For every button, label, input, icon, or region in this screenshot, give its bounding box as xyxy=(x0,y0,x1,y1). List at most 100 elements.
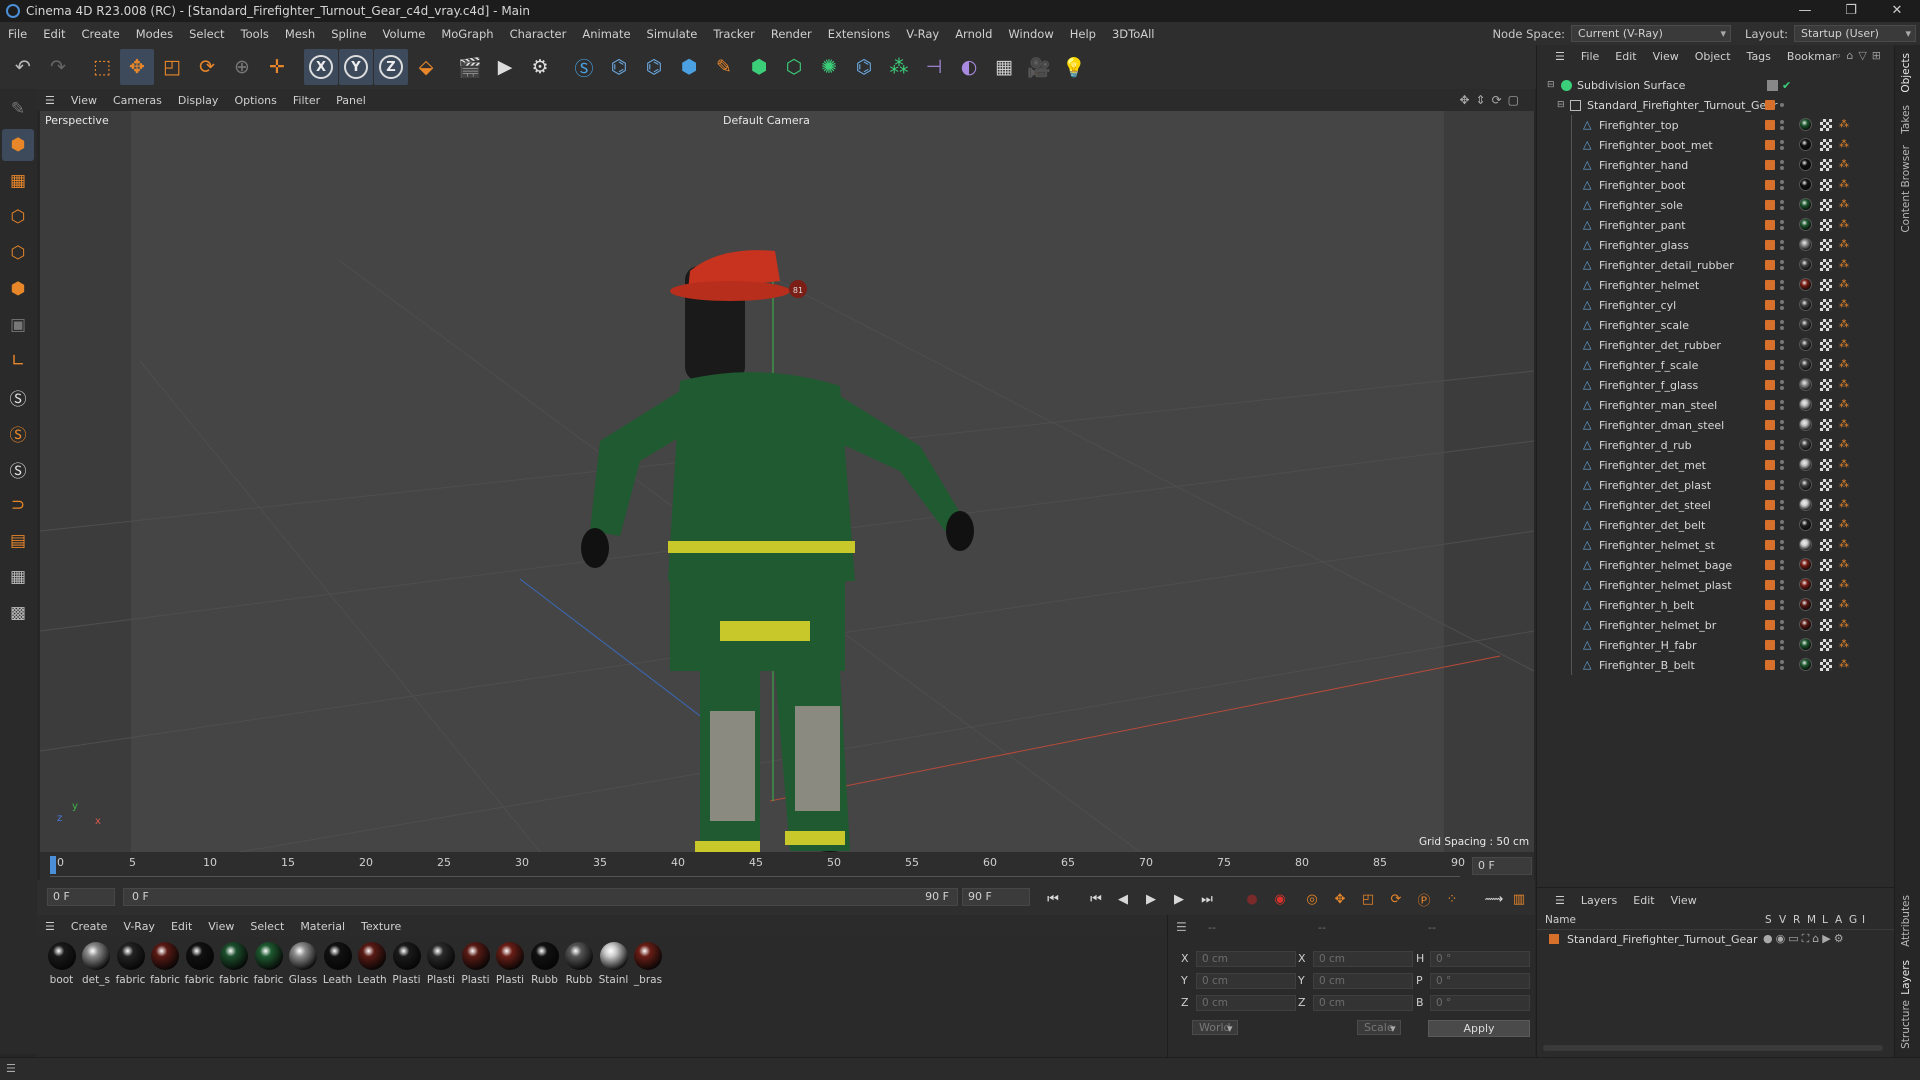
render-visibility-dot[interactable] xyxy=(1780,606,1784,610)
deformer-icon[interactable]: ⁂ xyxy=(882,49,916,85)
layer-color-swatch[interactable] xyxy=(1765,620,1775,630)
z-axis-icon[interactable]: Z xyxy=(374,49,408,85)
layer-color-swatch[interactable] xyxy=(1549,934,1559,944)
render-view-icon[interactable]: 🎬 xyxy=(453,49,487,85)
object-menu-edit[interactable]: Edit xyxy=(1607,50,1644,63)
object-row[interactable]: △ Firefighter_boot ⁂ xyxy=(1537,175,1894,195)
editor-visibility-dot[interactable] xyxy=(1780,140,1784,144)
object-row[interactable]: △ Firefighter_glass ⁂ xyxy=(1537,235,1894,255)
render-visibility-dot[interactable] xyxy=(1780,426,1784,430)
menu-mograph[interactable]: MoGraph xyxy=(433,27,501,41)
material-swatch[interactable]: Plasti xyxy=(494,942,527,986)
editor-visibility-dot[interactable] xyxy=(1780,120,1784,124)
material-tag-icon[interactable] xyxy=(1799,138,1812,151)
material-tag-icon[interactable] xyxy=(1799,578,1812,591)
object-row[interactable]: △ Firefighter_helmet_br ⁂ xyxy=(1537,615,1894,635)
layer-color-swatch[interactable] xyxy=(1765,260,1775,270)
snap-settings-icon[interactable]: Ⓢ xyxy=(2,417,34,449)
editor-visibility-dot[interactable] xyxy=(1780,200,1784,204)
material-swatch[interactable]: Stainl xyxy=(597,942,630,986)
layer-color-swatch[interactable] xyxy=(1765,580,1775,590)
perspective-viewport[interactable]: 81 Perspective Default Camera Grid Spaci… xyxy=(40,111,1534,852)
rotate-icon[interactable]: ⟳ xyxy=(190,49,224,85)
object-row[interactable]: △ Firefighter_man_steel ⁂ xyxy=(1537,395,1894,415)
phong-tag-icon[interactable]: ⁂ xyxy=(1839,540,1849,550)
tab-takes[interactable]: Takes xyxy=(1900,105,1912,134)
material-tag-icon[interactable] xyxy=(1799,318,1812,331)
undo-icon[interactable]: ↶ xyxy=(6,49,40,85)
render-visibility-dot[interactable] xyxy=(1780,666,1784,670)
object-hamburger-icon[interactable]: ☰ xyxy=(1547,50,1573,63)
play-icon[interactable]: ▶ xyxy=(1140,888,1162,910)
object-row[interactable]: △ Firefighter_det_steel ⁂ xyxy=(1537,495,1894,515)
object-row[interactable]: △ Firefighter_B_belt ⁂ xyxy=(1537,655,1894,675)
light-icon[interactable]: 💡 xyxy=(1057,49,1091,85)
locked-workplane-icon[interactable]: ▩ xyxy=(2,597,34,629)
uvw-tag-icon[interactable] xyxy=(1820,139,1832,151)
phong-tag-icon[interactable]: ⁂ xyxy=(1839,220,1849,230)
phong-tag-icon[interactable]: ⁂ xyxy=(1839,140,1849,150)
material-swatch[interactable]: Leath xyxy=(321,942,354,986)
render-visibility-dot[interactable] xyxy=(1780,486,1784,490)
points-mode-icon[interactable]: ⬡ xyxy=(2,201,34,233)
render-visibility-dot[interactable] xyxy=(1780,286,1784,290)
menu-mesh[interactable]: Mesh xyxy=(277,27,323,41)
object-row[interactable]: △ Firefighter_det_plast ⁂ xyxy=(1537,475,1894,495)
phong-tag-icon[interactable]: ⁂ xyxy=(1839,640,1849,650)
close-button[interactable]: ✕ xyxy=(1874,0,1920,22)
cube-icon[interactable]: ⬢ xyxy=(672,49,706,85)
phong-tag-icon[interactable]: ⁂ xyxy=(1839,400,1849,410)
object-row[interactable]: △ Firefighter_det_belt ⁂ xyxy=(1537,515,1894,535)
uvw-tag-icon[interactable] xyxy=(1820,579,1832,591)
material-swatch[interactable]: det_s xyxy=(80,942,113,986)
material-swatch[interactable]: Glass xyxy=(287,942,320,986)
uvw-tag-icon[interactable] xyxy=(1820,499,1832,511)
layer-color-swatch[interactable] xyxy=(1765,660,1775,670)
menu-spline[interactable]: Spline xyxy=(323,27,374,41)
render-visibility-dot[interactable] xyxy=(1780,326,1784,330)
timeline-ruler[interactable]: 0 5 10 15 20 25 30 35 40 45 50 55 60 65 … xyxy=(40,852,1534,880)
viewport-menu-filter[interactable]: Filter xyxy=(285,94,328,107)
render-visibility-dot[interactable] xyxy=(1780,226,1784,230)
material-tag-icon[interactable] xyxy=(1799,558,1812,571)
editor-visibility-dot[interactable] xyxy=(1780,300,1784,304)
render-visibility-dot[interactable] xyxy=(1780,366,1784,370)
menu-select[interactable]: Select xyxy=(181,27,232,41)
editor-visibility-dot[interactable] xyxy=(1780,400,1784,404)
tab-layers[interactable]: Layers xyxy=(1900,960,1912,995)
menu-arnold[interactable]: Arnold xyxy=(947,27,1000,41)
record-icon[interactable]: ● xyxy=(1241,888,1263,910)
material-tag-icon[interactable] xyxy=(1799,218,1812,231)
object-tag-icon[interactable] xyxy=(1767,79,1778,91)
uvw-tag-icon[interactable] xyxy=(1820,299,1832,311)
editor-visibility-dot[interactable] xyxy=(1780,520,1784,524)
uvw-tag-icon[interactable] xyxy=(1820,339,1832,351)
node-space-dropdown[interactable]: Current (V-Ray) xyxy=(1571,25,1732,42)
uvw-tag-icon[interactable] xyxy=(1820,379,1832,391)
layer-color-swatch[interactable] xyxy=(1765,160,1775,170)
generator-icon[interactable]: ⬢ xyxy=(742,49,776,85)
object-row[interactable]: △ Firefighter_helmet ⁂ xyxy=(1537,275,1894,295)
uvw-tag-icon[interactable] xyxy=(1820,119,1832,131)
layer-color-swatch[interactable] xyxy=(1765,540,1775,550)
null-icon[interactable]: ⊕ xyxy=(225,49,259,85)
redo-icon[interactable]: ↷ xyxy=(41,49,75,85)
snap-icon[interactable]: Ⓢ xyxy=(2,381,34,413)
menu-simulate[interactable]: Simulate xyxy=(639,27,706,41)
go-to-start-icon[interactable]: ⏮ xyxy=(1042,888,1064,910)
material-tag-icon[interactable] xyxy=(1799,658,1812,671)
render-visibility-dot[interactable] xyxy=(1780,646,1784,650)
material-tag-icon[interactable] xyxy=(1799,238,1812,251)
render-visibility-dot[interactable] xyxy=(1780,586,1784,590)
visibility-dot[interactable] xyxy=(1780,103,1784,107)
viewport-hamburger-icon[interactable]: ☰ xyxy=(37,94,63,107)
menu-animate[interactable]: Animate xyxy=(574,27,638,41)
polygons-mode-icon[interactable]: ⬢ xyxy=(2,273,34,305)
uvw-tag-icon[interactable] xyxy=(1820,259,1832,271)
menu-extensions[interactable]: Extensions xyxy=(820,27,898,41)
make-editable-icon[interactable]: ✎ xyxy=(2,93,34,125)
pos-z-field[interactable]: 0 cm xyxy=(1196,995,1296,1011)
render-visibility-dot[interactable] xyxy=(1780,246,1784,250)
uvw-tag-icon[interactable] xyxy=(1820,619,1832,631)
layer-color-swatch[interactable] xyxy=(1765,280,1775,290)
